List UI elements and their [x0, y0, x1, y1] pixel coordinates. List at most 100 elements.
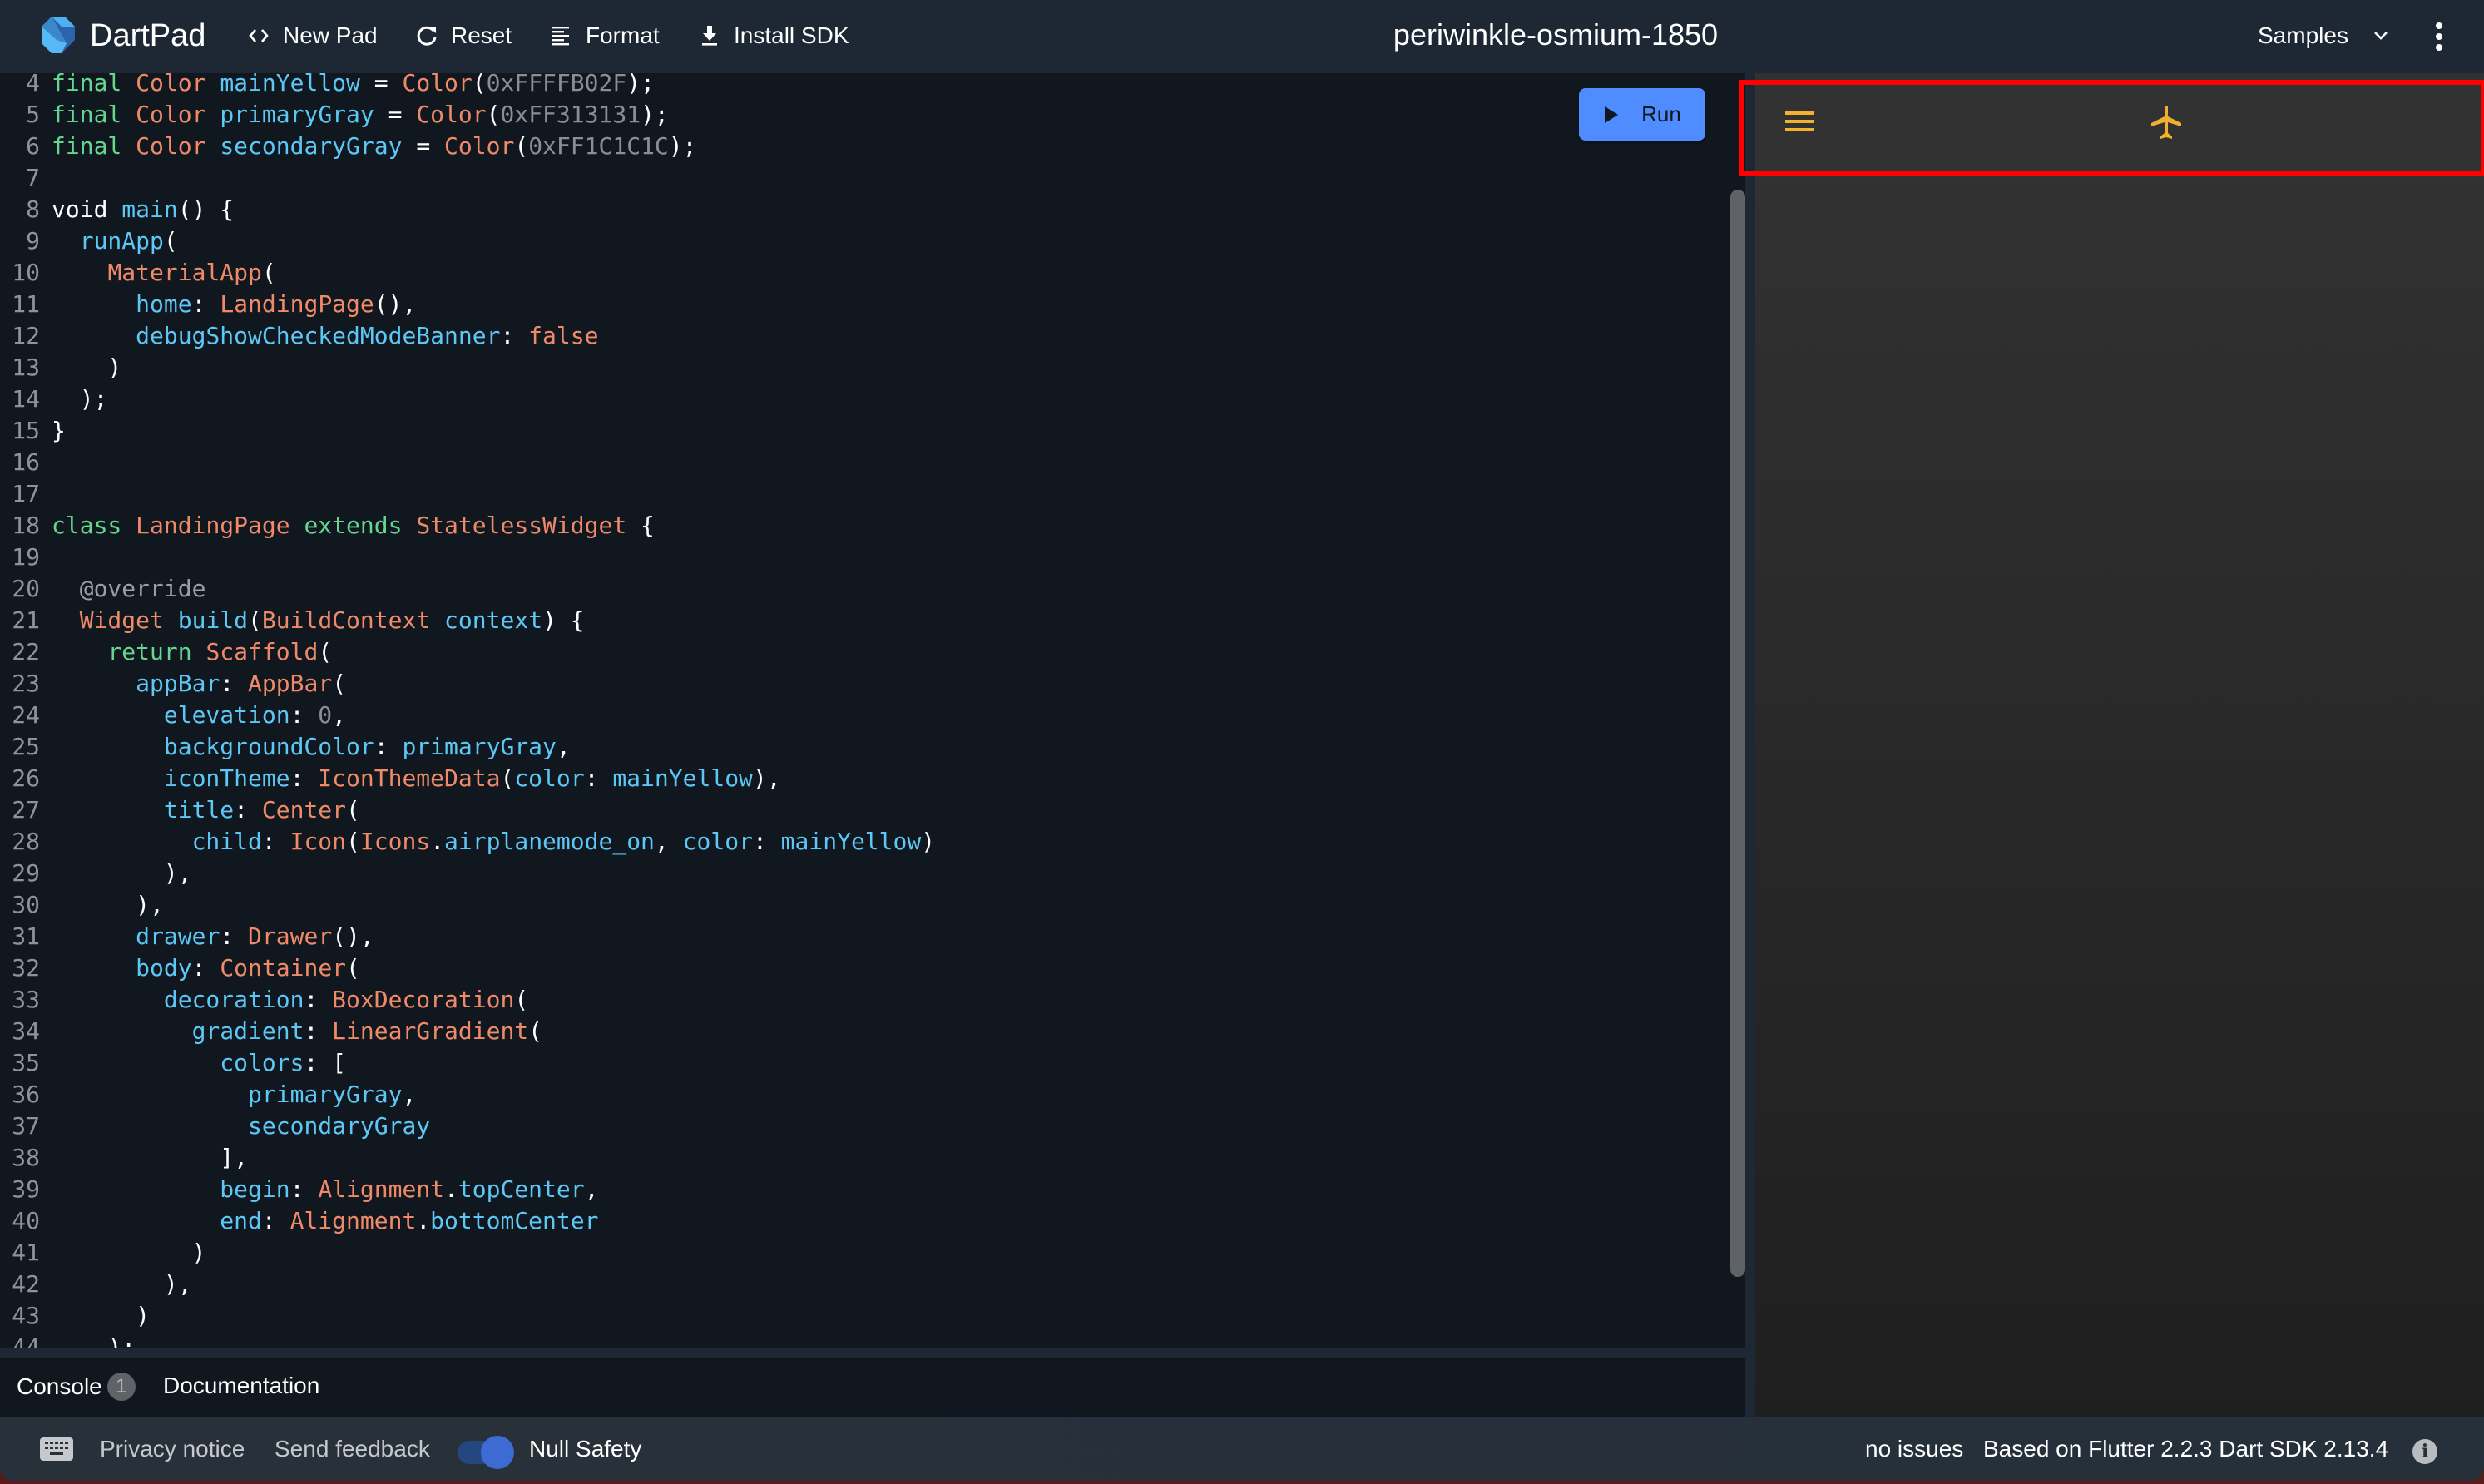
line-text: ),: [52, 889, 164, 921]
code-line[interactable]: 9 runApp(: [0, 225, 935, 257]
editor-scrollbar[interactable]: [1730, 190, 1745, 1277]
code-token: IconThemeData: [318, 764, 501, 792]
line-number: 37: [12, 1112, 40, 1140]
more-menu-icon[interactable]: [2431, 20, 2447, 53]
code-lines[interactable]: 4 final Color mainYellow = Color(0xFFFFB0…: [0, 73, 935, 1348]
code-line[interactable]: 39 begin: Alignment.topCenter,: [0, 1174, 935, 1205]
code-token: :: [191, 954, 220, 982]
code-line[interactable]: 32 body: Container(: [0, 952, 935, 984]
code-line[interactable]: 17: [0, 478, 935, 510]
code-line[interactable]: 16: [0, 447, 935, 478]
code-token: .: [444, 1175, 458, 1203]
line-text: begin: Alignment.topCenter,: [52, 1174, 598, 1205]
code-line[interactable]: 7: [0, 162, 935, 194]
samples-dropdown[interactable]: Samples: [2258, 18, 2390, 53]
code-line[interactable]: 27 title: Center(: [0, 794, 935, 826]
reset-button[interactable]: Reset: [414, 18, 512, 53]
code-line[interactable]: 15}: [0, 415, 935, 447]
code-line[interactable]: 12 debugShowCheckedModeBanner: false: [0, 320, 935, 352]
sdk-version: Based on Flutter 2.2.3 Dart SDK 2.13.4: [1983, 1436, 2389, 1462]
menu-icon[interactable]: [1785, 111, 1814, 131]
code-line[interactable]: 11 home: LandingPage(),: [0, 289, 935, 320]
code-line[interactable]: 14 );: [0, 383, 935, 415]
code-token: gradient: [191, 1017, 304, 1045]
code-token: ),: [52, 891, 164, 918]
code-token: bottomCenter: [430, 1207, 599, 1234]
code-line[interactable]: 4 final Color mainYellow = Color(0xFFFFB0…: [0, 73, 935, 99]
line-number: 38: [12, 1144, 40, 1171]
code-line[interactable]: 43 ): [0, 1300, 935, 1332]
code-token: ,: [332, 701, 347, 729]
code-token: body: [136, 954, 192, 982]
code-token: Scaffold: [205, 638, 319, 665]
code-token: Color: [402, 73, 473, 96]
code-token: Center: [261, 796, 347, 824]
code-token: airplanemode_on: [444, 828, 655, 855]
code-line[interactable]: 26 iconTheme: IconThemeData(color: mainY…: [0, 763, 935, 794]
line-number: 17: [12, 480, 40, 507]
code-line[interactable]: 25 backgroundColor: primaryGray,: [0, 731, 935, 763]
code-token: (),: [332, 923, 374, 950]
code-line[interactable]: 31 drawer: Drawer(),: [0, 921, 935, 952]
code-token: );: [641, 101, 669, 128]
tab-documentation[interactable]: Documentation: [163, 1373, 319, 1399]
keyboard-icon[interactable]: [40, 1437, 73, 1461]
horizontal-split-handle[interactable]: [0, 1348, 1745, 1358]
code-token: (: [332, 670, 347, 697]
code-line[interactable]: 35 colors: [: [0, 1047, 935, 1079]
vertical-split-handle[interactable]: [1745, 73, 1755, 1417]
code-token: context: [444, 606, 543, 634]
code-line[interactable]: 23 appBar: AppBar(: [0, 668, 935, 700]
code-line[interactable]: 24 elevation: 0,: [0, 700, 935, 731]
code-token: ),: [52, 859, 192, 887]
code-line[interactable]: 34 gradient: LinearGradient(: [0, 1016, 935, 1047]
code-token: iconTheme: [163, 764, 290, 792]
code-line[interactable]: 42 ),: [0, 1269, 935, 1300]
code-token: ,: [654, 828, 683, 855]
format-button[interactable]: Format: [549, 18, 660, 53]
code-line[interactable]: 18 class LandingPage extends StatelessWid…: [0, 510, 935, 542]
output-panel[interactable]: [1755, 73, 2484, 1417]
new-pad-button[interactable]: New Pad: [246, 18, 378, 53]
code-line[interactable]: 8 void main() {: [0, 194, 935, 225]
code-token: Icon: [289, 828, 347, 855]
line-number: 33: [12, 986, 40, 1013]
code-line[interactable]: 37 secondaryGray: [0, 1111, 935, 1142]
code-line[interactable]: 44 );: [0, 1332, 935, 1348]
code-line[interactable]: 38 ],: [0, 1142, 935, 1174]
code-token: =: [359, 73, 403, 96]
send-feedback-link[interactable]: Send feedback: [275, 1434, 430, 1464]
code-line[interactable]: 21 Widget build(BuildContext context) {: [0, 605, 935, 636]
code-line[interactable]: 13 ): [0, 352, 935, 383]
code-line[interactable]: 6 final Color secondaryGray = Color(0xFF1…: [0, 131, 935, 162]
code-line[interactable]: 5 final Color primaryGray = Color(0xFF313…: [0, 99, 935, 131]
line-text: final Color mainYellow = Color(0xFFFFB02…: [52, 73, 655, 99]
code-line[interactable]: 41 ): [0, 1237, 935, 1269]
info-icon[interactable]: i: [2412, 1439, 2437, 1464]
null-safety-toggle[interactable]: [456, 1436, 516, 1469]
code-token: (),: [374, 290, 417, 318]
line-number: 10: [12, 259, 40, 286]
run-button[interactable]: Run: [1579, 88, 1705, 141]
console-count-badge: 1: [106, 1373, 136, 1401]
code-line[interactable]: 30 ),: [0, 889, 935, 921]
tab-console[interactable]: Console 1: [17, 1373, 136, 1401]
code-line[interactable]: 22 return Scaffold(: [0, 636, 935, 668]
code-line[interactable]: 29 ),: [0, 858, 935, 889]
code-line[interactable]: 10 MaterialApp(: [0, 257, 935, 289]
install-sdk-button[interactable]: Install SDK: [697, 18, 849, 53]
code-line[interactable]: 19: [0, 542, 935, 573]
code-line[interactable]: 40 end: Alignment.bottomCenter: [0, 1205, 935, 1237]
code-line[interactable]: 33 decoration: BoxDecoration(: [0, 984, 935, 1016]
pad-title[interactable]: periwinkle-osmium-1850: [1273, 15, 1838, 55]
code-line[interactable]: 36 primaryGray,: [0, 1079, 935, 1111]
privacy-notice-link[interactable]: Privacy notice: [100, 1434, 245, 1464]
code-editor[interactable]: 4 final Color mainYellow = Color(0xFFFFB0…: [0, 73, 1745, 1348]
code-line[interactable]: 20 @override: [0, 573, 935, 605]
code-line[interactable]: 28 child: Icon(Icons.airplanemode_on, co…: [0, 826, 935, 858]
code-token: Drawer: [248, 923, 333, 950]
code-token: (: [486, 101, 501, 128]
